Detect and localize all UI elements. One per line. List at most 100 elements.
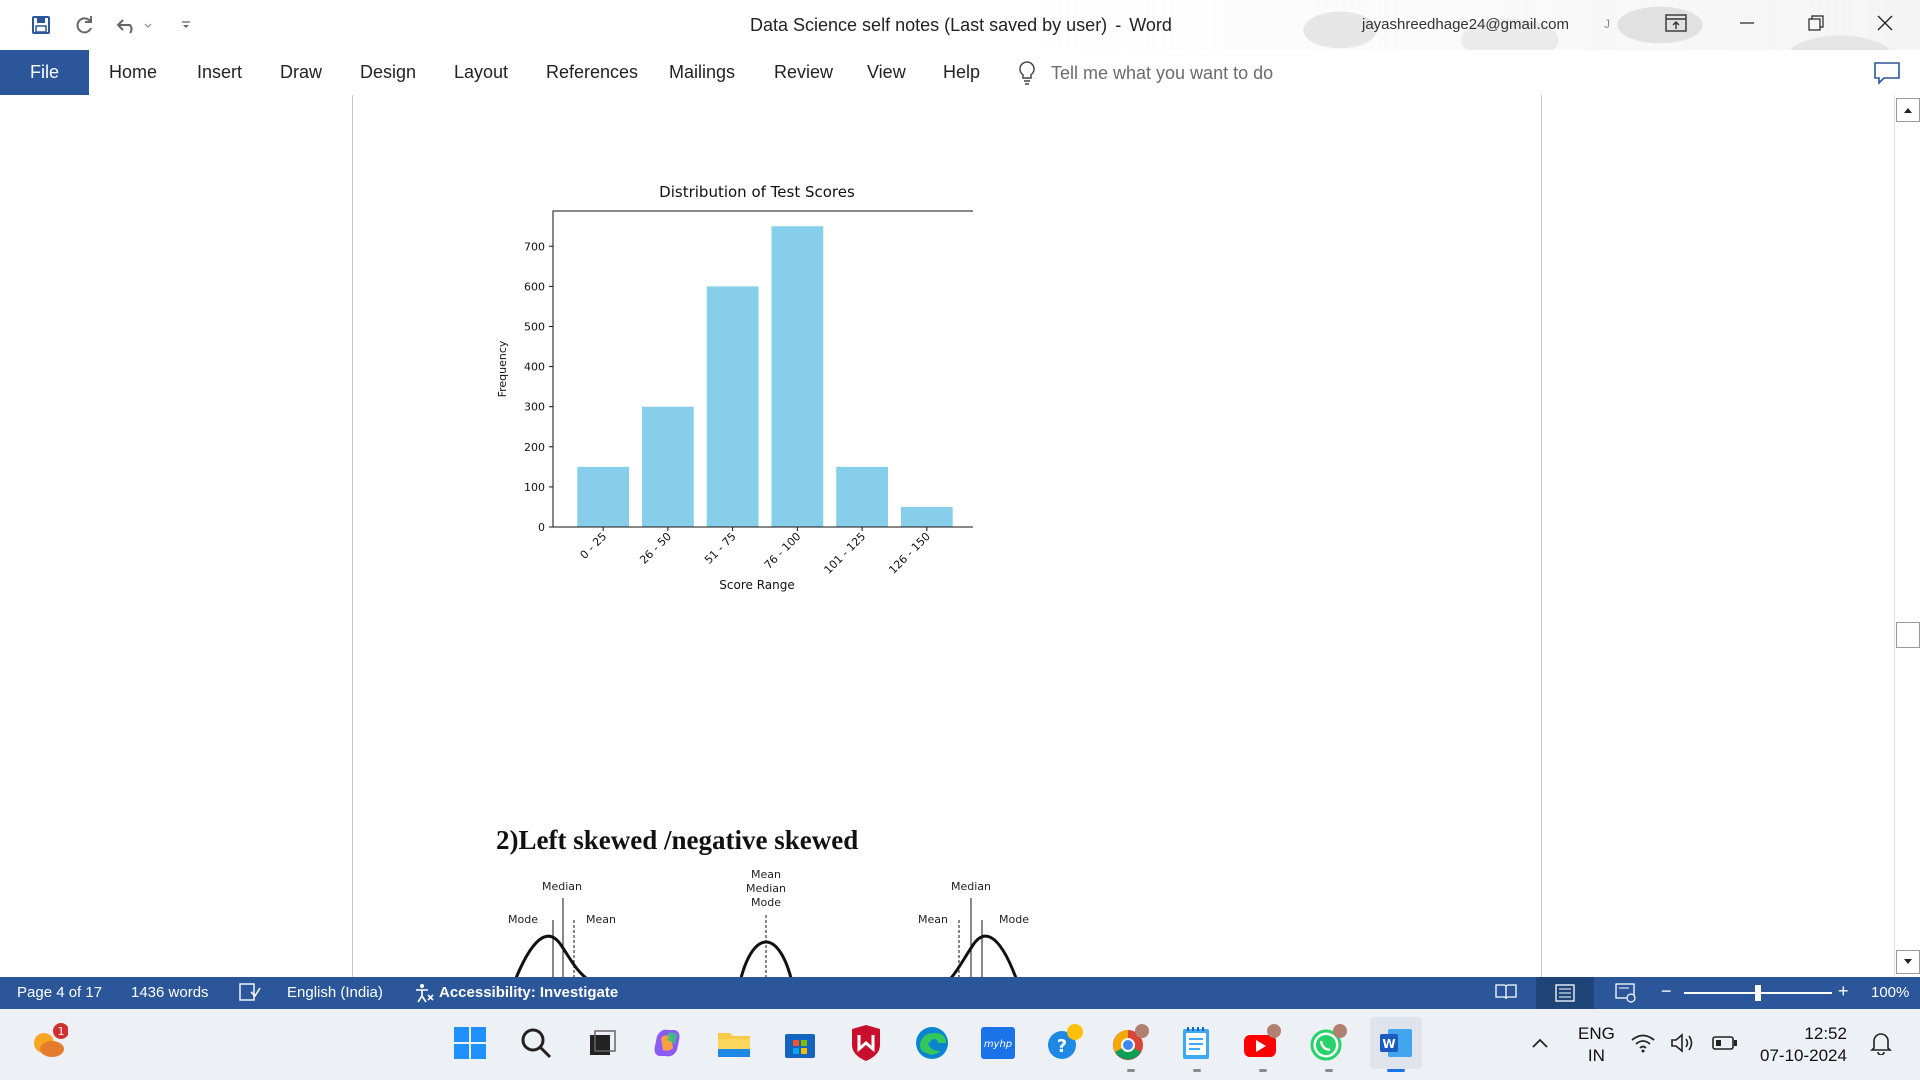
youtube-running-indicator: [1259, 1069, 1267, 1072]
whatsapp-icon[interactable]: [1306, 1021, 1350, 1065]
accessibility-status[interactable]: Accessibility: Investigate: [439, 984, 618, 1001]
notification-badge: 1: [58, 1025, 65, 1038]
notepad-icon[interactable]: [1174, 1021, 1218, 1065]
tab-view[interactable]: View: [867, 62, 906, 83]
autosave-refresh-icon[interactable]: [68, 10, 100, 40]
restore-icon[interactable]: [1793, 6, 1839, 40]
zoom-level[interactable]: 100%: [1871, 984, 1909, 1001]
myhp-icon[interactable]: myhp: [976, 1021, 1020, 1065]
tab-review[interactable]: Review: [774, 62, 833, 83]
wifi-icon[interactable]: [1628, 1021, 1658, 1065]
bar-0: [577, 466, 630, 527]
chrome-icon[interactable]: [1108, 1021, 1152, 1065]
proofing-icon[interactable]: [239, 982, 261, 1006]
save-icon[interactable]: [25, 10, 57, 40]
print-layout-button[interactable]: [1536, 977, 1594, 1009]
document-area[interactable]: Distribution of Test Scores 0 100 200 300 40…: [0, 95, 1894, 978]
tab-design[interactable]: Design: [360, 62, 416, 83]
document-name: Data Science self notes (Last saved by u…: [750, 15, 1108, 35]
fig3-mean-label: Mean: [918, 913, 948, 926]
clock[interactable]: 12:52 07-10-2024: [1760, 1023, 1847, 1067]
y-tick-label-0: 0: [538, 521, 545, 534]
close-icon[interactable]: [1862, 6, 1908, 40]
lightbulb-icon: [1019, 61, 1035, 85]
document-title: Data Science self notes (Last saved by u…: [750, 15, 1172, 36]
accessibility-icon[interactable]: [413, 982, 435, 1008]
fig3-median-label: Median: [951, 880, 991, 893]
language-indicator[interactable]: English (India): [287, 984, 383, 1001]
svg-text:W: W: [1382, 1037, 1395, 1051]
battery-icon[interactable]: [1710, 1021, 1740, 1065]
page-count[interactable]: Page 4 of 17: [17, 984, 102, 1001]
document-page[interactable]: Distribution of Test Scores 0 100 200 300 40…: [352, 95, 1542, 978]
zoom-slider-track[interactable]: [1684, 985, 1832, 1001]
tab-draw[interactable]: Draw: [280, 62, 322, 83]
app-name: Word: [1129, 15, 1172, 35]
scroll-down-arrow-icon[interactable]: [1896, 950, 1920, 974]
youtube-icon[interactable]: [1240, 1021, 1284, 1065]
tab-references[interactable]: References: [546, 62, 638, 83]
skewness-diagram: Median Mode Mean Mean Median Mode Median…: [496, 870, 1036, 978]
microsoft-store-icon[interactable]: [778, 1021, 822, 1065]
chrome-running-indicator: [1127, 1069, 1135, 1072]
bar-4: [836, 466, 888, 527]
tell-me-search[interactable]: Tell me what you want to do: [1017, 58, 1273, 88]
read-mode-icon[interactable]: [1495, 983, 1517, 1005]
account-avatar[interactable]: J: [1604, 17, 1610, 31]
x-tick-label-3: 76 - 100: [762, 530, 804, 572]
customize-toolbar-icon[interactable]: [170, 10, 202, 40]
notifications-bell-icon[interactable]: [1866, 1021, 1896, 1065]
web-layout-icon[interactable]: [1615, 983, 1637, 1007]
search-icon[interactable]: [514, 1021, 558, 1065]
comments-icon[interactable]: [1872, 60, 1902, 86]
bar-1: [642, 406, 694, 527]
tab-mailings[interactable]: Mailings: [669, 62, 735, 83]
clock-time: 12:52: [1804, 1024, 1847, 1043]
mcafee-icon[interactable]: [844, 1021, 888, 1065]
task-view-icon[interactable]: [580, 1021, 624, 1065]
scroll-up-arrow-icon[interactable]: [1896, 98, 1920, 122]
x-tick-label-1: 26 - 50: [637, 530, 674, 567]
fig2-mode-label: Mode: [751, 896, 781, 909]
y-tick-label-6: 600: [524, 280, 545, 293]
scroll-thumb[interactable]: [1896, 622, 1920, 648]
language-code: ENG: [1578, 1024, 1615, 1043]
fig2-median-label: Median: [746, 882, 786, 895]
clock-date: 07-10-2024: [1760, 1046, 1847, 1065]
minimize-icon[interactable]: [1724, 6, 1770, 40]
get-help-icon[interactable]: ?: [1042, 1021, 1086, 1065]
zoom-slider-thumb[interactable]: [1755, 985, 1761, 1001]
x-tick-label-4: 101 - 125: [822, 530, 869, 577]
zoom-out-button[interactable]: −: [1661, 981, 1672, 1002]
tab-layout[interactable]: Layout: [454, 62, 508, 83]
word-taskbar-icon[interactable]: W: [1370, 1017, 1422, 1069]
vertical-scrollbar[interactable]: [1894, 95, 1920, 977]
input-language-indicator[interactable]: ENG IN: [1578, 1023, 1615, 1067]
y-tick-label-3: 300: [524, 401, 545, 414]
tab-home[interactable]: Home: [109, 62, 157, 83]
show-hidden-icons-chevron-icon[interactable]: [1518, 1021, 1562, 1065]
word-active-indicator: [1387, 1069, 1405, 1072]
edge-icon[interactable]: [910, 1021, 954, 1065]
file-explorer-icon[interactable]: [712, 1021, 756, 1065]
copilot-icon[interactable]: [646, 1021, 690, 1065]
svg-text:?: ?: [1057, 1036, 1067, 1057]
fig1-median-label: Median: [542, 880, 582, 893]
tab-file[interactable]: File: [0, 50, 89, 95]
undo-button[interactable]: [112, 10, 158, 40]
weather-widget-icon[interactable]: 1: [26, 1021, 70, 1065]
zoom-in-button[interactable]: +: [1838, 981, 1849, 1002]
tell-me-placeholder: Tell me what you want to do: [1051, 62, 1274, 83]
fig1-mode-label: Mode: [508, 913, 538, 926]
x-tick-label-5: 126 - 150: [886, 530, 933, 577]
tab-insert[interactable]: Insert: [197, 62, 242, 83]
region-code: IN: [1587, 1046, 1605, 1065]
x-tick-label-0: 0 - 25: [577, 530, 609, 562]
word-count[interactable]: 1436 words: [131, 984, 209, 1001]
ribbon-display-options-icon[interactable]: [1653, 6, 1699, 40]
fig3-curve: [949, 934, 1018, 978]
account-email[interactable]: jayashreedhage24@gmail.com: [1362, 16, 1569, 33]
start-menu-icon[interactable]: [448, 1021, 492, 1065]
volume-icon[interactable]: [1668, 1021, 1698, 1065]
tab-help[interactable]: Help: [943, 62, 980, 83]
